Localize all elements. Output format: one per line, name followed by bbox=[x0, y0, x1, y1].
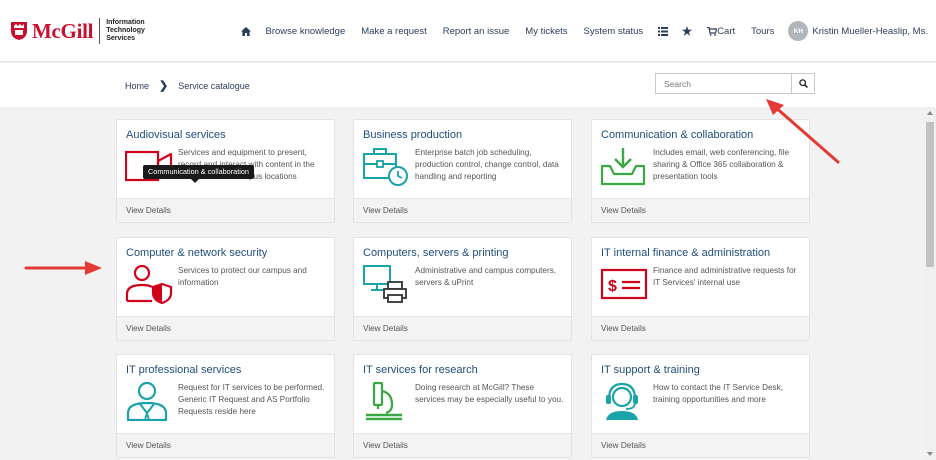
card-footer: View Details bbox=[592, 433, 809, 457]
dollar-bill-icon: $ bbox=[600, 268, 648, 300]
view-details-link[interactable]: View Details bbox=[363, 441, 408, 450]
view-details-link[interactable]: View Details bbox=[126, 206, 171, 215]
breadcrumb-home[interactable]: Home bbox=[125, 81, 149, 91]
view-details-link[interactable]: View Details bbox=[601, 441, 646, 450]
annotation-arrow-search bbox=[766, 99, 840, 164]
breadcrumb-current: Service catalogue bbox=[178, 80, 250, 91]
search-box bbox=[655, 73, 815, 94]
card-title: Computer & network security bbox=[126, 247, 268, 259]
annotation-arrow-security bbox=[24, 261, 102, 275]
inbox-download-icon bbox=[600, 148, 646, 186]
scroll-down-arrow[interactable] bbox=[924, 448, 936, 460]
card-footer: View Details bbox=[117, 316, 334, 340]
cart-icon bbox=[707, 26, 718, 36]
card-footer: View Details bbox=[354, 198, 571, 222]
breadcrumb: Home ❯ Service catalogue bbox=[125, 79, 250, 92]
nav-tours[interactable]: Tours bbox=[743, 26, 782, 37]
star-icon bbox=[682, 26, 693, 36]
main-nav: Browse knowledge Make a request Report a… bbox=[234, 18, 936, 44]
card-description: Enterprise batch job scheduling, product… bbox=[415, 148, 559, 182]
card-title: IT professional services bbox=[126, 364, 242, 376]
card-description: Request for IT services to be performed.… bbox=[178, 383, 325, 417]
user-shield-icon bbox=[125, 264, 173, 304]
list-nav-button[interactable] bbox=[651, 26, 675, 36]
nav-browse-knowledge[interactable]: Browse knowledge bbox=[258, 26, 354, 37]
nav-make-request[interactable]: Make a request bbox=[353, 26, 434, 37]
search-icon bbox=[798, 79, 808, 88]
card-description: How to contact the IT Service Desk, trai… bbox=[653, 383, 783, 405]
view-details-link[interactable]: View Details bbox=[126, 324, 171, 333]
service-card-finance[interactable]: IT internal finance & administration $ F… bbox=[591, 237, 810, 341]
card-title: Audiovisual services bbox=[126, 129, 226, 141]
favorites-nav-button[interactable] bbox=[675, 26, 699, 36]
card-title: IT support & training bbox=[601, 364, 700, 376]
logo-divider bbox=[99, 18, 101, 44]
service-card-research[interactable]: IT services for research Doing research … bbox=[353, 354, 572, 458]
card-title: Computers, servers & printing bbox=[363, 247, 509, 259]
card-description: Administrative and campus computers, ser… bbox=[415, 266, 557, 288]
search-input[interactable] bbox=[656, 74, 792, 93]
svg-text:$: $ bbox=[608, 278, 617, 295]
professional-user-icon bbox=[126, 381, 168, 421]
card-footer: View Details bbox=[592, 316, 809, 340]
logo-wordmark: McGill bbox=[32, 18, 94, 43]
avatar[interactable]: KH bbox=[788, 21, 809, 41]
view-details-link[interactable]: View Details bbox=[363, 324, 408, 333]
vertical-scrollbar[interactable] bbox=[924, 107, 936, 460]
view-details-link[interactable]: View Details bbox=[601, 206, 646, 215]
card-title: Communication & collaboration bbox=[601, 129, 754, 141]
card-title: IT internal finance & administration bbox=[601, 247, 771, 259]
service-card-professional[interactable]: IT professional services Request for IT … bbox=[116, 354, 335, 458]
view-details-link[interactable]: View Details bbox=[126, 441, 171, 450]
card-footer: View Details bbox=[354, 433, 571, 457]
card-footer: View Details bbox=[117, 433, 334, 457]
home-nav-button[interactable] bbox=[234, 26, 258, 36]
card-footer: View Details bbox=[117, 198, 334, 222]
cart-label: Cart bbox=[717, 25, 736, 37]
nav-cart[interactable]: Cart bbox=[699, 26, 743, 37]
nav-report-issue[interactable]: Report an issue bbox=[435, 26, 518, 37]
service-card-support[interactable]: IT support & training How to contact the… bbox=[591, 354, 810, 458]
microscope-icon bbox=[366, 381, 402, 421]
nav-my-tickets[interactable]: My tickets bbox=[517, 26, 575, 37]
card-description: Services to protect our campus and infor… bbox=[178, 266, 307, 288]
scroll-up-arrow[interactable] bbox=[924, 107, 936, 119]
card-title: Business production bbox=[363, 129, 463, 141]
card-footer: View Details bbox=[592, 198, 809, 222]
service-card-security[interactable]: Computer & network security Services to … bbox=[116, 237, 335, 341]
crest-icon bbox=[11, 22, 27, 40]
service-card-computers[interactable]: Computers, servers & printing Administra… bbox=[353, 237, 572, 341]
card-footer: View Details bbox=[354, 316, 571, 340]
card-description: Doing research at McGill? These services… bbox=[415, 383, 564, 405]
caret-up-icon bbox=[927, 111, 933, 115]
view-details-link[interactable]: View Details bbox=[363, 206, 408, 215]
top-header: McGill Information Technology Services B… bbox=[0, 0, 936, 62]
nav-system-status[interactable]: System status bbox=[576, 26, 652, 37]
user-name[interactable]: Kristin Mueller-Heaslip, Ms. bbox=[812, 26, 936, 37]
home-icon bbox=[240, 26, 251, 36]
card-description: Finance and administrative requests for … bbox=[653, 266, 797, 288]
card-title: IT services for research bbox=[363, 364, 478, 376]
list-icon bbox=[658, 26, 669, 36]
scrollbar-thumb[interactable] bbox=[926, 122, 934, 267]
mcgill-logo[interactable]: McGill Information Technology Services bbox=[10, 18, 145, 44]
view-details-link[interactable]: View Details bbox=[601, 324, 646, 333]
headset-icon bbox=[606, 382, 638, 420]
service-card-business-production[interactable]: Business production Enterprise batch job… bbox=[353, 119, 572, 223]
tooltip: Communication & collaboration bbox=[143, 165, 254, 183]
briefcase-clock-icon bbox=[363, 148, 408, 186]
logo-org-name: Information Technology Services bbox=[106, 19, 145, 42]
computer-printer-icon bbox=[363, 265, 407, 303]
caret-down-icon bbox=[927, 452, 933, 456]
search-button[interactable] bbox=[791, 74, 814, 93]
chevron-right-icon: ❯ bbox=[159, 80, 169, 92]
